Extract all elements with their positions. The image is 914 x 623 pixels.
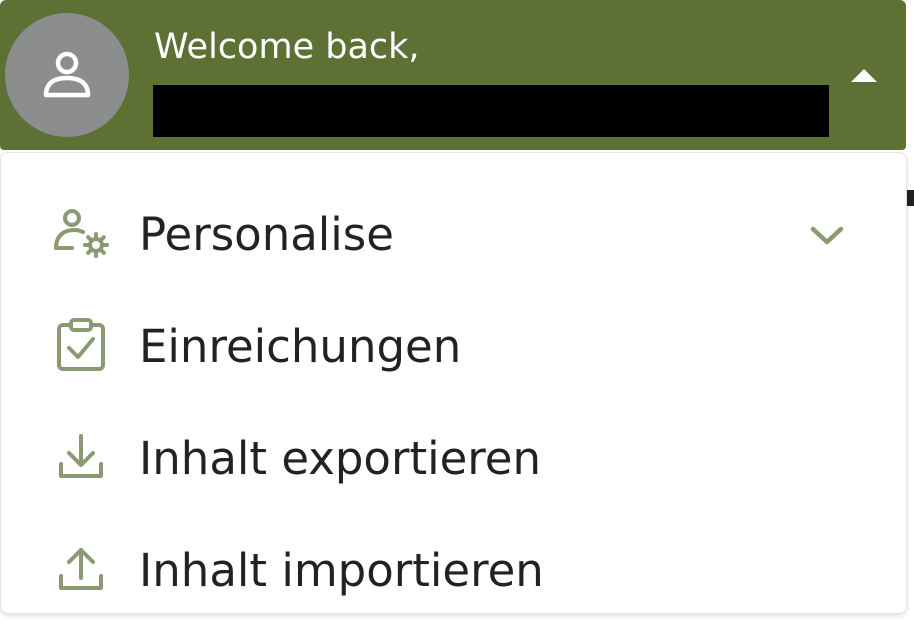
user-settings-icon [51, 205, 111, 265]
caret-up-icon[interactable] [847, 65, 881, 85]
account-dropdown-menu: Personalise Einreichungen Inhalt exporti… [0, 152, 907, 614]
user-icon [43, 51, 91, 98]
menu-item-label: Inhalt exportieren [139, 432, 542, 485]
download-icon [51, 427, 111, 487]
menu-item-label: Einreichungen [139, 320, 462, 373]
menu-item-label: Inhalt importieren [139, 544, 544, 597]
menu-item-personalise[interactable]: Personalise [1, 187, 906, 287]
menu-item-inhalt-exportieren[interactable]: Inhalt exportieren [1, 411, 906, 511]
account-header[interactable]: Welcome back, [0, 0, 906, 150]
welcome-text: Welcome back, [154, 27, 420, 67]
menu-item-label: Personalise [139, 208, 394, 261]
chevron-down-icon[interactable] [807, 221, 847, 251]
upload-icon [51, 539, 111, 599]
clipboard-check-icon [51, 315, 111, 375]
redacted-username [153, 85, 829, 137]
background-edge [906, 190, 914, 206]
menu-item-einreichungen[interactable]: Einreichungen [1, 299, 906, 399]
avatar [5, 13, 129, 137]
menu-item-inhalt-importieren[interactable]: Inhalt importieren [1, 523, 906, 623]
